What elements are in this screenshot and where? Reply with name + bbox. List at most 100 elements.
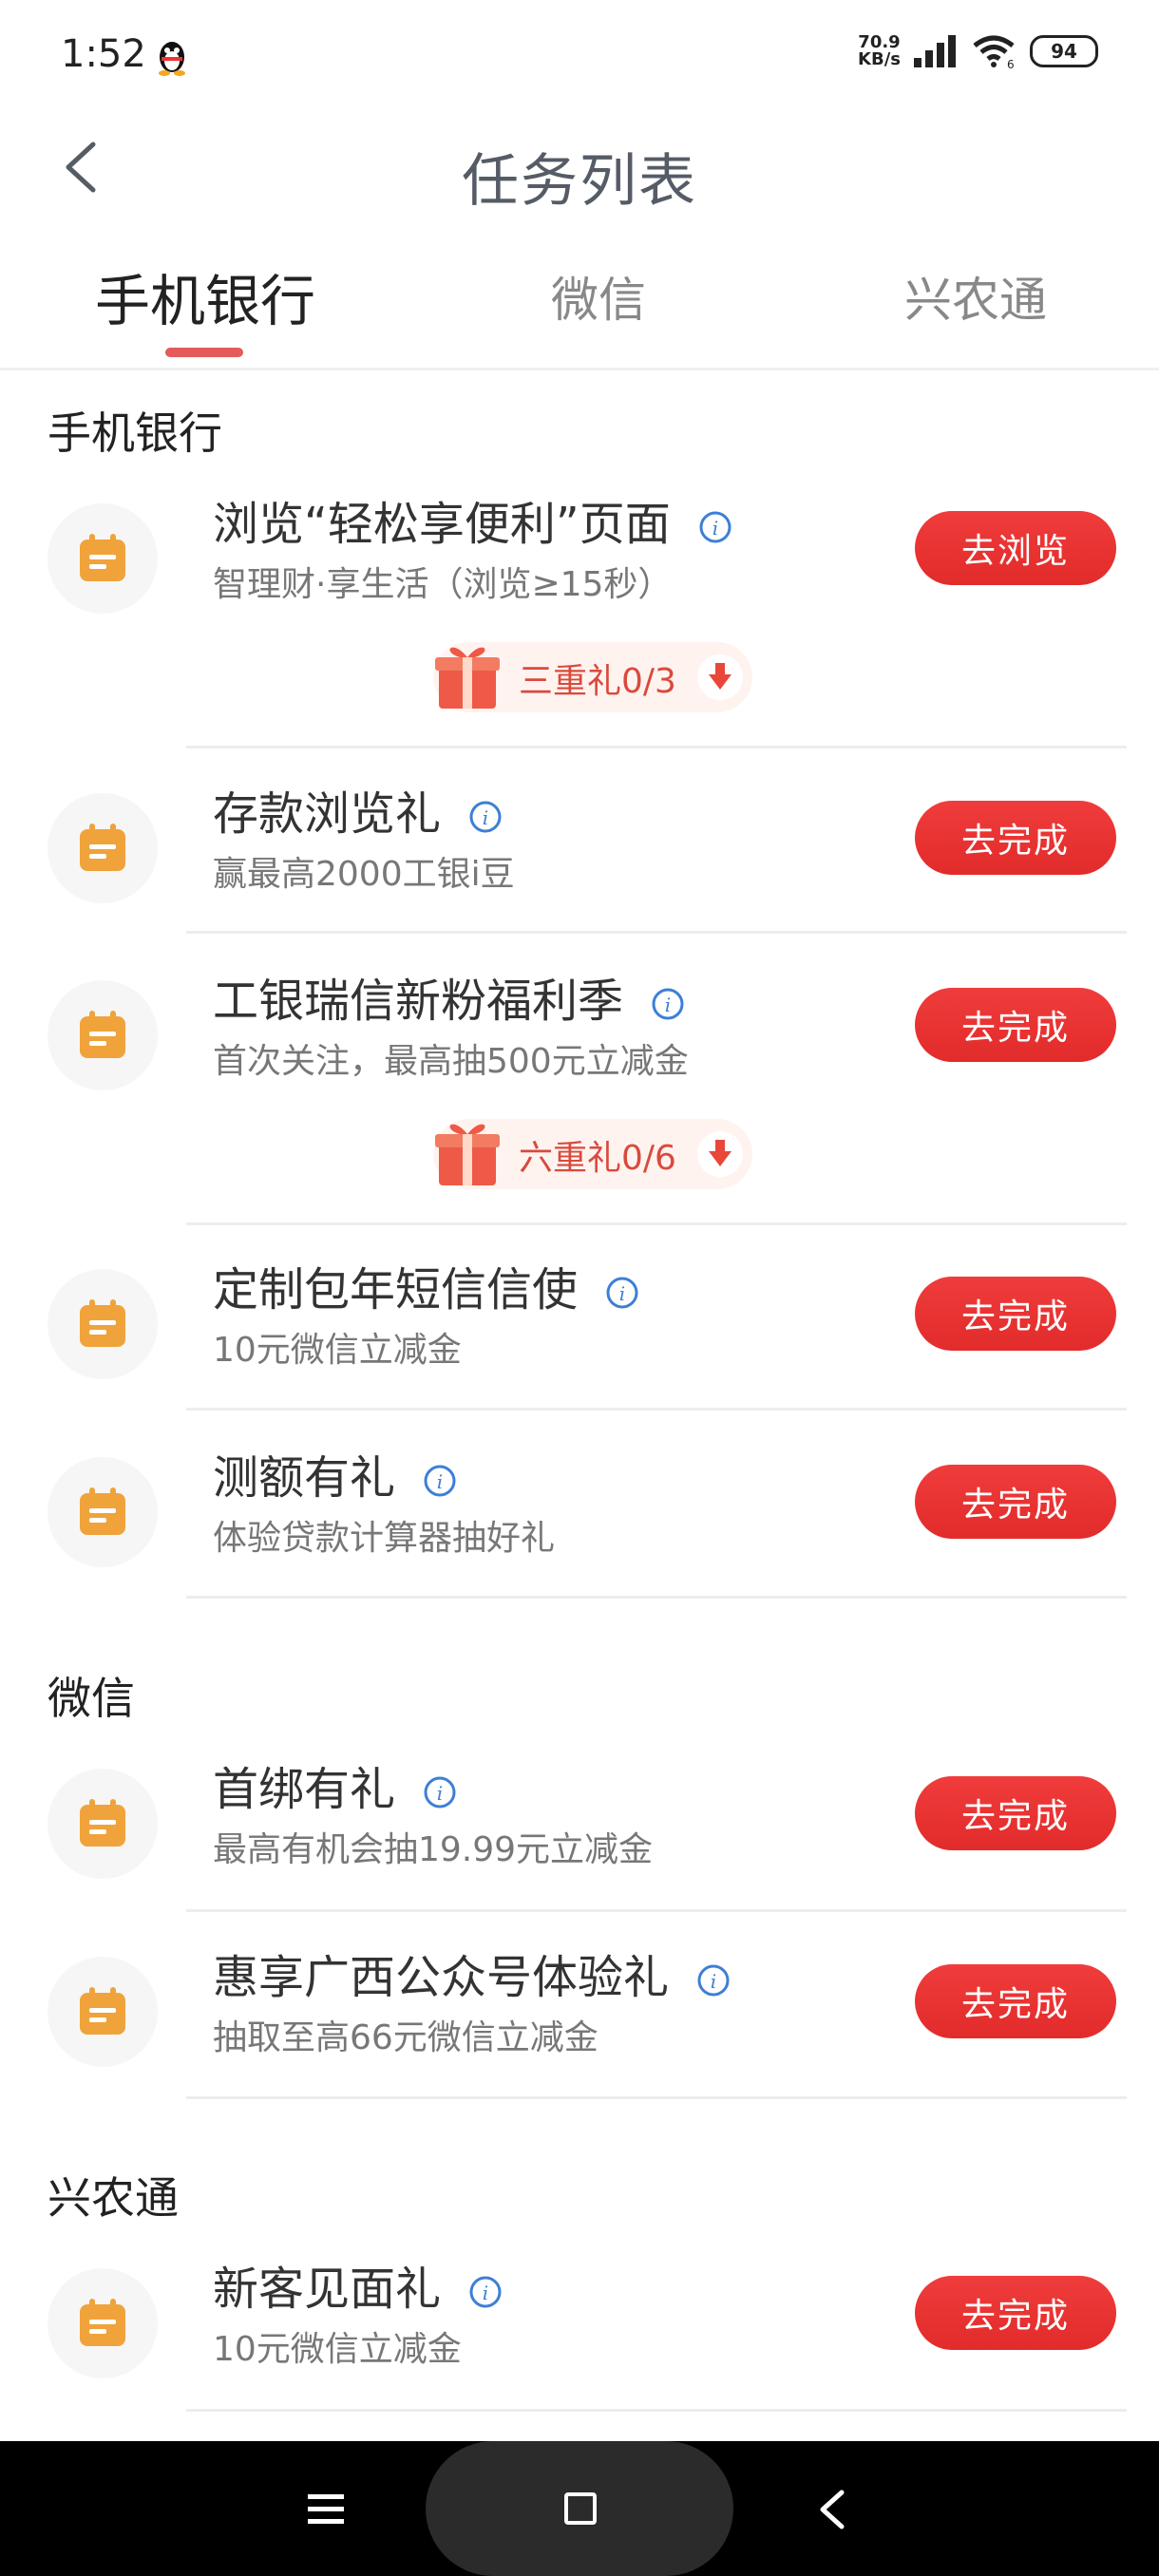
gift-box-icon bbox=[435, 1124, 500, 1185]
gift-progress-text: 六重礼0/6 bbox=[519, 1139, 676, 1178]
task-subtitle: 抽取至高66元微信立减金 bbox=[213, 2018, 598, 2057]
task-title-text: 惠享广西公众号体验礼 bbox=[213, 1951, 670, 2004]
task-icon bbox=[48, 2268, 158, 2378]
task-title: 存款浏览礼 i bbox=[213, 776, 503, 843]
task-title-text: 测额有礼 bbox=[213, 1451, 396, 1505]
system-nav-bar bbox=[0, 2441, 1159, 2576]
calendar-icon bbox=[80, 824, 125, 871]
complete-button[interactable]: 去完成 bbox=[915, 1465, 1116, 1539]
task-item: 惠享广西公众号体验礼 i 抽取至高66元微信立减金 去完成 bbox=[0, 1911, 1159, 2099]
status-time: 1:52 bbox=[61, 32, 146, 76]
active-tab-indicator bbox=[165, 348, 243, 357]
info-icon[interactable]: i bbox=[651, 987, 685, 1021]
divider bbox=[186, 931, 1127, 934]
network-speed: 70.9 KB/s bbox=[858, 34, 901, 68]
home-button[interactable] bbox=[426, 2441, 733, 2576]
svg-text:i: i bbox=[437, 1782, 443, 1805]
task-title-text: 新客见面礼 bbox=[213, 2263, 442, 2316]
tab-wechat[interactable]: 微信 bbox=[551, 262, 646, 331]
info-icon[interactable]: i bbox=[605, 1276, 639, 1310]
task-title: 测额有礼 i bbox=[213, 1440, 457, 1506]
complete-button[interactable]: 去完成 bbox=[915, 2276, 1116, 2350]
page-title: 任务列表 bbox=[462, 148, 697, 215]
task-subtitle: 体验贷款计算器抽好礼 bbox=[213, 1519, 556, 1558]
svg-text:i: i bbox=[619, 1282, 625, 1305]
task-item: 首绑有礼 i 最高有机会抽19.99元立减金 去完成 bbox=[0, 1723, 1159, 1911]
divider bbox=[186, 2096, 1127, 2099]
nav-back-icon[interactable] bbox=[815, 2487, 849, 2532]
svg-text:i: i bbox=[437, 1470, 443, 1493]
complete-button[interactable]: 去完成 bbox=[915, 988, 1116, 1062]
task-title-text: 存款浏览礼 bbox=[213, 787, 442, 841]
net-speed-unit: KB/s bbox=[858, 49, 901, 69]
task-item: 工银瑞信新粉福利季 i 首次关注，最高抽500元立减金 去完成 bbox=[0, 935, 1159, 1123]
section-title-xingnongtong: 兴农通 bbox=[48, 2172, 179, 2224]
header: 任务列表 bbox=[0, 116, 1159, 220]
gift-progress-pill[interactable]: 六重礼0/6 bbox=[433, 1119, 752, 1189]
svg-text:i: i bbox=[483, 806, 488, 829]
menu-icon[interactable] bbox=[304, 2491, 348, 2529]
task-icon bbox=[48, 793, 158, 903]
task-title: 惠享广西公众号体验礼 i bbox=[213, 1940, 731, 2006]
task-title-text: 浏览“轻松享便利”页面 bbox=[213, 498, 671, 551]
tab-mobile-banking[interactable]: 手机银行 bbox=[95, 256, 315, 336]
task-subtitle: 最高有机会抽19.99元立减金 bbox=[213, 1830, 654, 1869]
task-icon bbox=[48, 1769, 158, 1879]
task-item: 新客见面礼 i 10元微信立减金 去完成 bbox=[0, 2223, 1159, 2411]
gift-progress-text: 三重礼0/3 bbox=[519, 662, 676, 701]
calendar-icon bbox=[80, 1299, 125, 1347]
task-subtitle: 首次关注，最高抽500元立减金 bbox=[213, 1042, 689, 1081]
complete-button[interactable]: 去完成 bbox=[915, 1277, 1116, 1351]
svg-text:6: 6 bbox=[1007, 58, 1015, 68]
svg-text:i: i bbox=[483, 2282, 488, 2304]
task-item: 测额有礼 i 体验贷款计算器抽好礼 去完成 bbox=[0, 1411, 1159, 1600]
calendar-icon bbox=[80, 2299, 125, 2346]
section-title-wechat: 微信 bbox=[48, 1673, 135, 1724]
task-icon bbox=[48, 503, 158, 614]
task-title: 首绑有礼 i bbox=[213, 1752, 457, 1818]
calendar-icon bbox=[80, 1011, 125, 1058]
calendar-icon bbox=[80, 1987, 125, 2035]
wifi-icon: 6 bbox=[973, 35, 1015, 68]
status-indicators: 70.9 KB/s 6 94 bbox=[858, 34, 1098, 68]
complete-button[interactable]: 去完成 bbox=[915, 801, 1116, 875]
arrow-down-icon bbox=[709, 663, 732, 690]
info-icon[interactable]: i bbox=[423, 1464, 457, 1498]
svg-text:i: i bbox=[711, 1970, 716, 1993]
expand-arrow[interactable] bbox=[697, 1131, 743, 1177]
task-title: 浏览“轻松享便利”页面 i bbox=[213, 486, 732, 553]
battery-indicator: 94 bbox=[1030, 35, 1098, 67]
task-icon bbox=[48, 980, 158, 1090]
divider bbox=[186, 1596, 1127, 1599]
gift-progress-pill[interactable]: 三重礼0/3 bbox=[433, 642, 752, 712]
complete-button[interactable]: 去完成 bbox=[915, 1776, 1116, 1850]
signal-icon bbox=[914, 35, 956, 67]
task-item: 定制包年短信信使 i 10元微信立减金 去完成 bbox=[0, 1223, 1159, 1411]
task-item: 浏览“轻松享便利”页面 i 智理财·享生活（浏览≥15秒） 去浏览 bbox=[0, 458, 1159, 646]
tab-xingnongtong[interactable]: 兴农通 bbox=[904, 262, 1047, 331]
calendar-icon bbox=[80, 1487, 125, 1535]
complete-button[interactable]: 去完成 bbox=[915, 1964, 1116, 2038]
expand-arrow[interactable] bbox=[697, 654, 743, 700]
task-item: 存款浏览礼 i 赢最高2000工银i豆 去完成 bbox=[0, 748, 1159, 936]
arrow-down-icon bbox=[709, 1140, 732, 1166]
qq-penguin-icon bbox=[159, 42, 185, 76]
info-icon[interactable]: i bbox=[698, 510, 732, 544]
task-title-text: 定制包年短信信使 bbox=[213, 1263, 579, 1316]
task-subtitle: 赢最高2000工银i豆 bbox=[213, 855, 515, 894]
info-icon[interactable]: i bbox=[423, 1775, 457, 1809]
section-title-mobile-banking: 手机银行 bbox=[48, 407, 222, 459]
task-subtitle: 10元微信立减金 bbox=[213, 2330, 462, 2369]
browse-button[interactable]: 去浏览 bbox=[915, 511, 1116, 585]
info-icon[interactable]: i bbox=[468, 2275, 503, 2309]
gift-box-icon bbox=[435, 647, 500, 709]
task-icon bbox=[48, 1957, 158, 2067]
status-bar: 1:52 70.9 KB/s 6 94 bbox=[0, 0, 1159, 116]
task-subtitle: 智理财·享生活（浏览≥15秒） bbox=[213, 565, 673, 604]
calendar-icon bbox=[80, 534, 125, 581]
info-icon[interactable]: i bbox=[468, 800, 503, 834]
info-icon[interactable]: i bbox=[696, 1963, 731, 1998]
task-title: 工银瑞信新粉福利季 i bbox=[213, 963, 685, 1030]
divider bbox=[186, 2409, 1127, 2412]
task-icon bbox=[48, 1457, 158, 1567]
